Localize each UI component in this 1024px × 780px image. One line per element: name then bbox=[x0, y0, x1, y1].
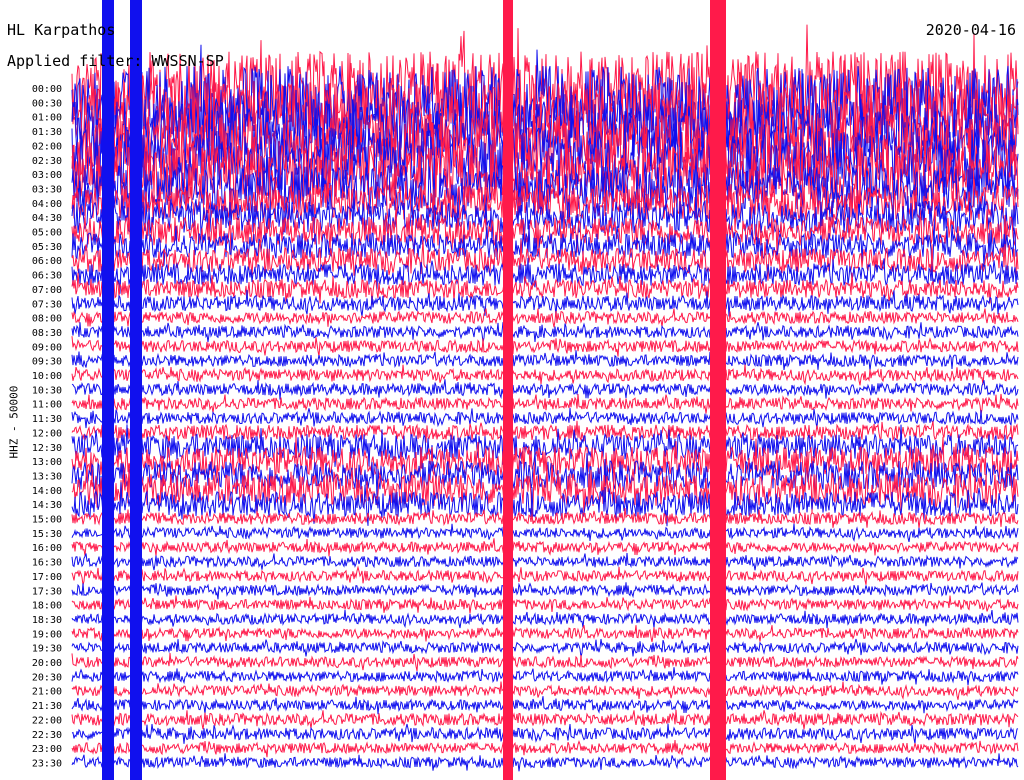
trace-1830 bbox=[71, 609, 1019, 629]
trace-1930 bbox=[71, 638, 1019, 658]
row-time-label: 02:30 bbox=[32, 156, 62, 167]
event-band bbox=[130, 0, 142, 780]
row-time-label: 17:00 bbox=[32, 572, 62, 583]
trace-1900 bbox=[71, 625, 1019, 643]
trace-1730 bbox=[71, 582, 1019, 600]
row-time-label: 12:30 bbox=[32, 443, 62, 454]
trace-1030 bbox=[71, 379, 1019, 400]
row-time-label: 08:00 bbox=[32, 314, 62, 325]
trace-0730 bbox=[71, 289, 1019, 317]
row-time-label: 01:00 bbox=[32, 113, 62, 124]
row-time-label: 17:30 bbox=[32, 586, 62, 597]
row-time-label: 05:30 bbox=[32, 242, 62, 253]
event-band bbox=[710, 0, 726, 780]
row-time-label: 07:00 bbox=[32, 285, 62, 296]
row-time-label: 22:00 bbox=[32, 715, 62, 726]
row-time-label: 10:00 bbox=[32, 371, 62, 382]
row-time-label: 13:30 bbox=[32, 471, 62, 482]
trace-1130 bbox=[71, 407, 1019, 429]
station-title: HL Karpathos bbox=[7, 21, 116, 39]
row-time-label: 12:00 bbox=[32, 428, 62, 439]
row-time-label: 15:00 bbox=[32, 515, 62, 526]
row-time-label: 18:00 bbox=[32, 601, 62, 612]
row-time-label: 21:30 bbox=[32, 701, 62, 712]
row-time-label: 02:00 bbox=[32, 141, 62, 152]
trace-0930 bbox=[71, 350, 1019, 371]
row-time-label: 20:30 bbox=[32, 672, 62, 683]
row-time-label: 19:30 bbox=[32, 644, 62, 655]
row-time-label: 14:30 bbox=[32, 500, 62, 511]
trace-1700 bbox=[71, 565, 1019, 586]
row-time-label: 19:00 bbox=[32, 629, 62, 640]
y-axis-label: HHZ - 50000 bbox=[7, 385, 21, 459]
row-time-label: 09:30 bbox=[32, 357, 62, 368]
row-time-label: 15:30 bbox=[32, 529, 62, 540]
row-time-label: 03:30 bbox=[32, 184, 62, 195]
trace-2230 bbox=[71, 723, 1019, 745]
row-time-label: 20:00 bbox=[32, 658, 62, 669]
trace-2300 bbox=[71, 739, 1019, 758]
trace-1100 bbox=[71, 393, 1019, 415]
row-time-label: 00:30 bbox=[32, 98, 62, 109]
row-time-label: 11:00 bbox=[32, 400, 62, 411]
trace-0800 bbox=[71, 308, 1019, 328]
row-time-label: 05:00 bbox=[32, 228, 62, 239]
date-label: 2020-04-16 bbox=[925, 21, 1016, 39]
trace-1800 bbox=[71, 595, 1019, 614]
filter-label: Applied filter: WWSSN-SP bbox=[7, 52, 224, 70]
row-time-label: 01:30 bbox=[32, 127, 62, 138]
row-time-label: 22:30 bbox=[32, 730, 62, 741]
row-time-label: 06:30 bbox=[32, 271, 62, 282]
row-time-label: 16:30 bbox=[32, 558, 62, 569]
row-time-label: 18:30 bbox=[32, 615, 62, 626]
trace-1530 bbox=[71, 523, 1019, 543]
trace-2330 bbox=[71, 753, 1019, 772]
row-time-label: 06:00 bbox=[32, 256, 62, 267]
row-time-label: 07:30 bbox=[32, 299, 62, 310]
trace-1630 bbox=[71, 553, 1019, 571]
row-time-label: 23:00 bbox=[32, 744, 62, 755]
trace-1000 bbox=[71, 364, 1019, 386]
trace-0830 bbox=[71, 322, 1019, 343]
row-time-label: 23:30 bbox=[32, 758, 62, 769]
trace-2130 bbox=[71, 696, 1019, 715]
seismogram-plot: 00:00 00:30 01:00 01:30 02:00 02:30 03:00 03:30… bbox=[32, 0, 1019, 780]
trace-2000 bbox=[71, 652, 1019, 672]
row-time-label: 13:00 bbox=[32, 457, 62, 468]
row-time-label: 00:00 bbox=[32, 84, 62, 95]
trace-2100 bbox=[71, 681, 1019, 700]
row-time-label: 04:30 bbox=[32, 213, 62, 224]
event-band bbox=[102, 0, 114, 780]
row-time-label: 14:00 bbox=[32, 486, 62, 497]
row-time-label: 11:30 bbox=[32, 414, 62, 425]
trace-2030 bbox=[71, 667, 1019, 686]
event-band bbox=[503, 0, 513, 780]
row-time-label: 04:00 bbox=[32, 199, 62, 210]
row-time-label: 03:00 bbox=[32, 170, 62, 181]
row-time-label: 09:00 bbox=[32, 342, 62, 353]
row-time-label: 21:00 bbox=[32, 687, 62, 698]
row-time-label: 10:30 bbox=[32, 385, 62, 396]
row-time-label: 08:30 bbox=[32, 328, 62, 339]
trace-1600 bbox=[71, 538, 1019, 557]
row-time-label: 16:00 bbox=[32, 543, 62, 554]
